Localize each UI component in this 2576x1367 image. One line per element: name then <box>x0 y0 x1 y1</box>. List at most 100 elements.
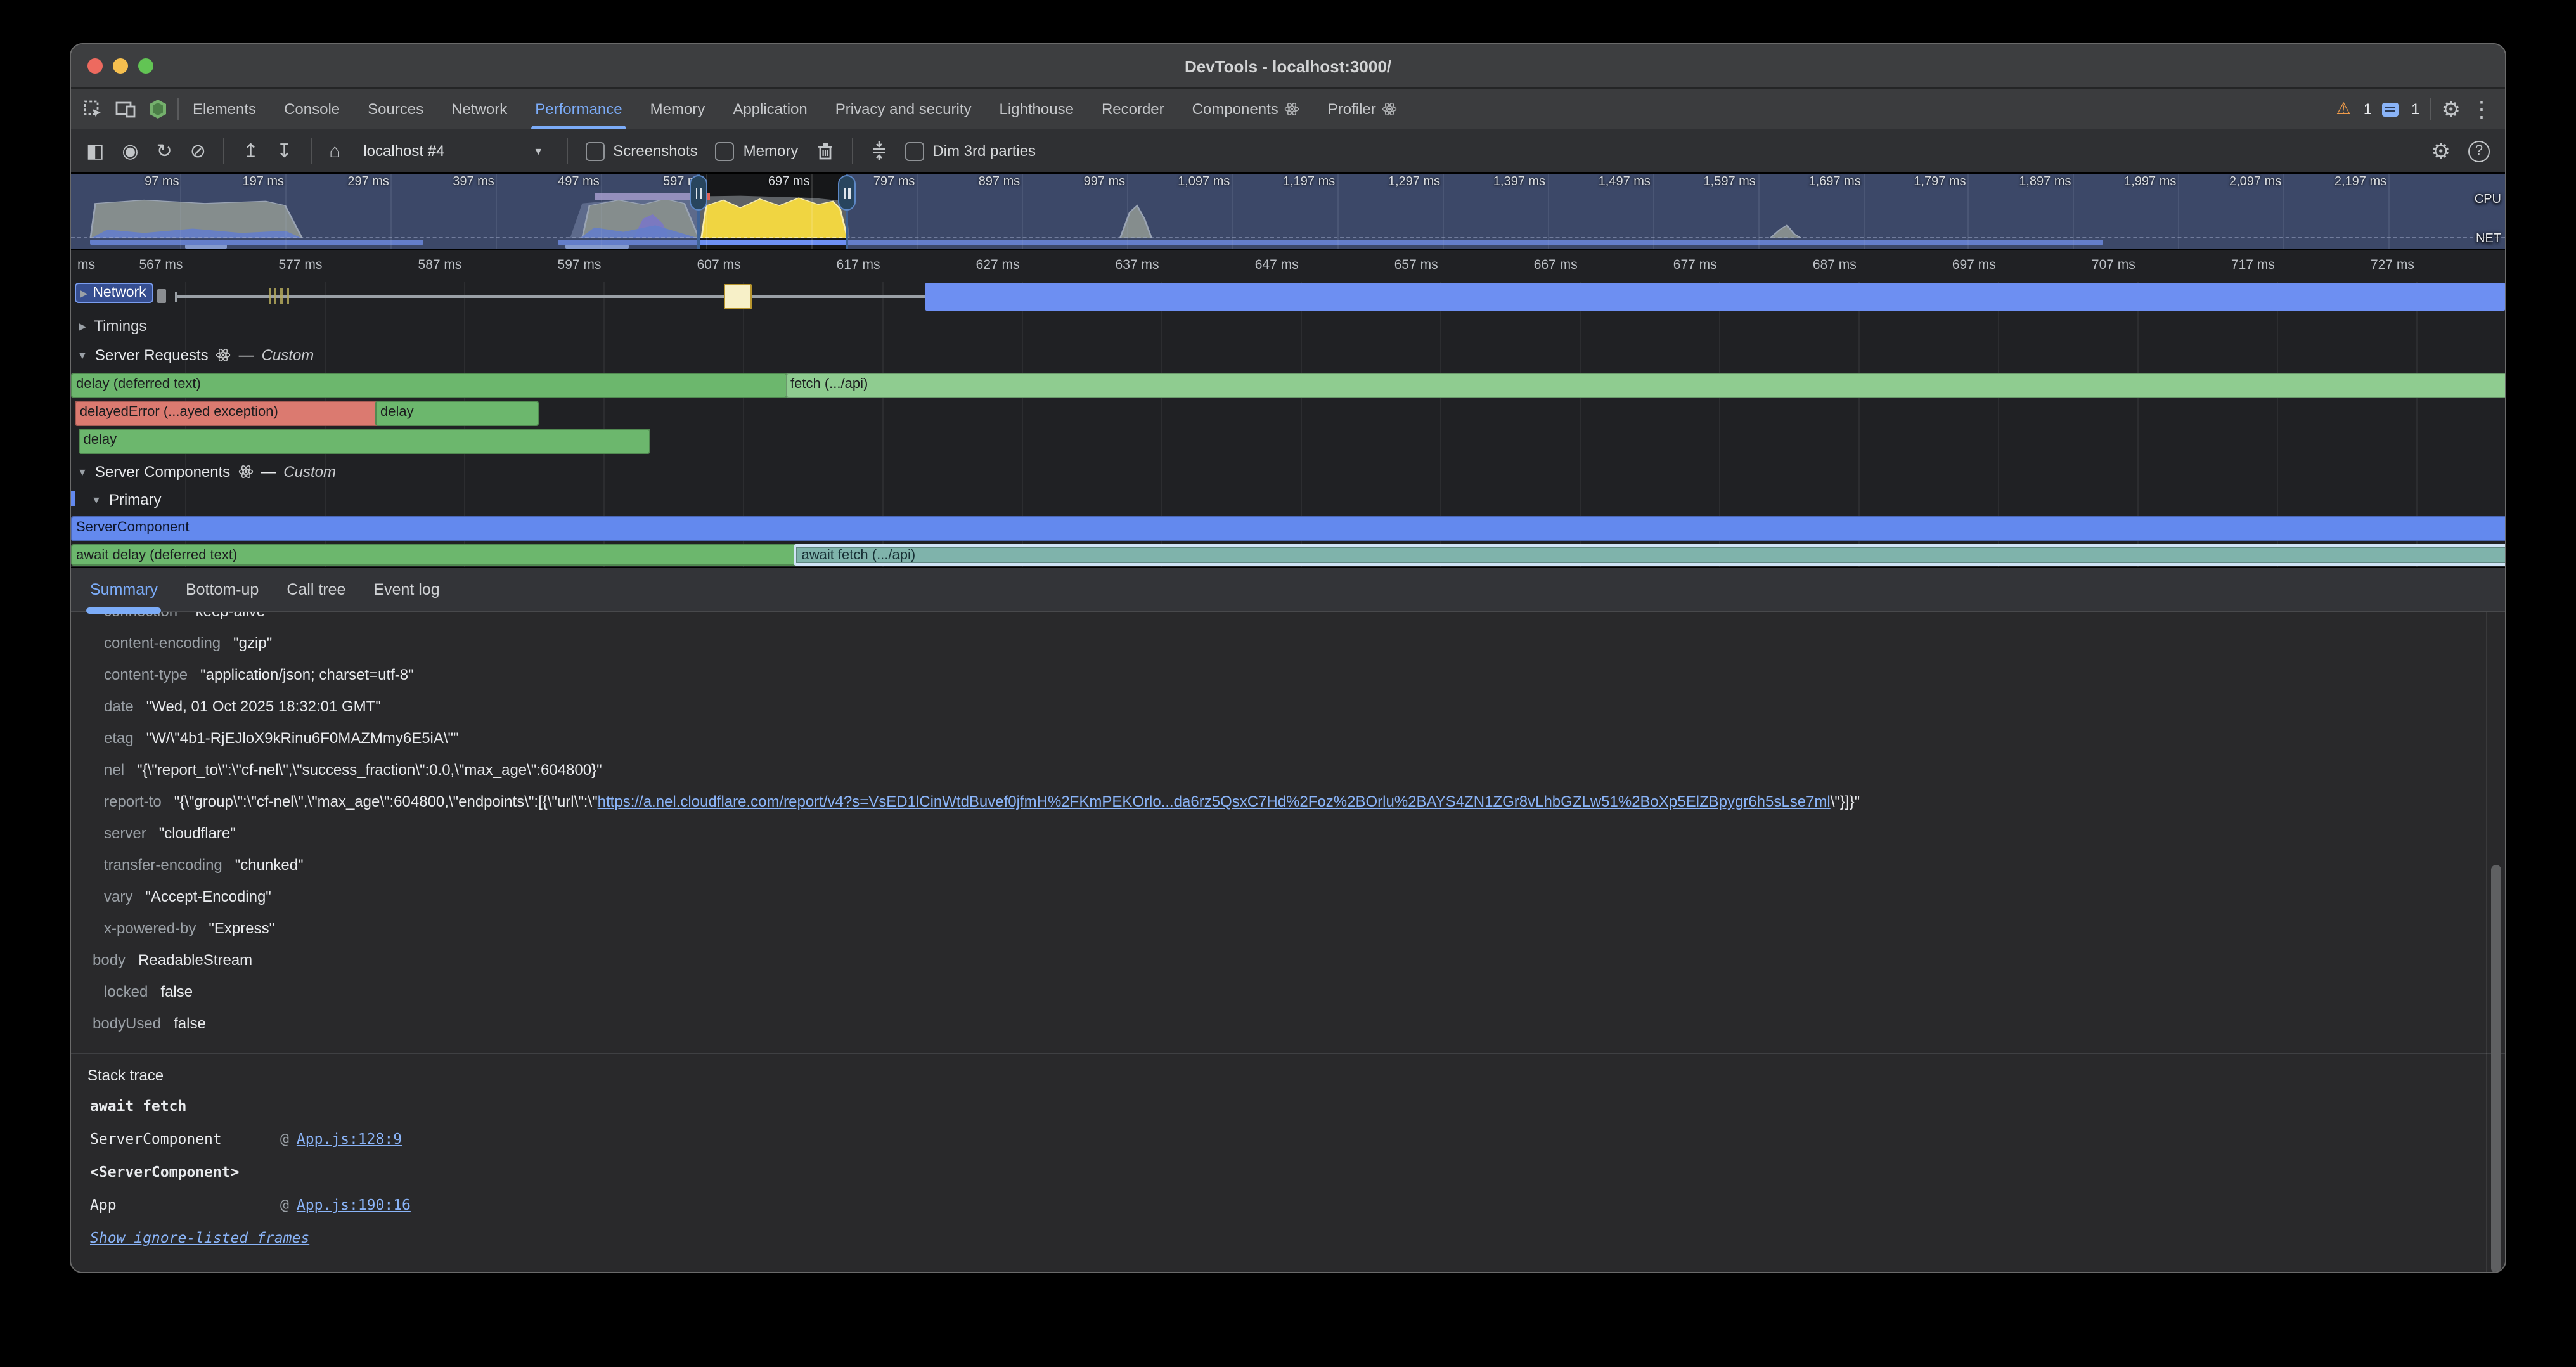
collapse-arrow-icon[interactable]: ▼ <box>77 466 87 477</box>
primary-subtrack-header[interactable]: ▼ Primary <box>71 488 2505 515</box>
ruler-tick-label: 707 ms <box>2092 257 2135 273</box>
ruler-tick-label: 607 ms <box>697 257 741 273</box>
selection-left-handle[interactable] <box>690 175 708 211</box>
tab-elements[interactable]: Elements <box>179 89 270 129</box>
capture-settings-gear-icon[interactable]: ⚙ <box>2431 140 2451 162</box>
overview-tick-label: 997 ms <box>1084 175 1126 189</box>
react-atom-icon <box>1382 101 1398 117</box>
garbage-collect-icon[interactable] <box>816 141 834 160</box>
header-key: content-type <box>104 666 188 684</box>
zoom-window-button[interactable] <box>138 58 153 74</box>
checkbox-box <box>905 141 924 160</box>
overview-tick-label: 497 ms <box>558 175 600 189</box>
timeline-event-delay[interactable]: delay <box>375 401 539 426</box>
network-track-label[interactable]: ▶ Network <box>75 283 154 303</box>
timeline-event-fetch-api[interactable]: fetch (.../api) <box>785 373 2505 398</box>
dash: — <box>261 463 276 481</box>
frame-name: App <box>90 1196 280 1214</box>
clear-icon[interactable]: ⊘ <box>190 141 206 160</box>
header-value: ReadableStream <box>138 951 252 969</box>
target-select[interactable]: localhost #4 ▼ <box>358 139 548 162</box>
devtools-tabbar: ElementsConsoleSources Network Performance… <box>71 89 2505 129</box>
timeline-event-await-fetch-api[interactable]: await fetch (.../api) <box>794 544 2505 566</box>
kebab-menu-icon[interactable]: ⋮ <box>2471 98 2492 120</box>
load-profile-icon[interactable]: ↥ <box>243 141 259 160</box>
memory-checkbox[interactable]: Memory <box>716 141 799 160</box>
tab-label: Summary <box>90 581 158 599</box>
header-row-x-powered-by: x-powered-by"Express" <box>71 913 2505 945</box>
toolbar-separator <box>851 138 853 164</box>
save-profile-icon[interactable]: ↧ <box>276 141 292 160</box>
tab-application[interactable]: Application <box>719 89 821 129</box>
server-requests-title: Server Requests <box>95 346 209 364</box>
report-to-url-link[interactable]: https://a.nel.cloudflare.com/report/v4?s… <box>598 793 1831 810</box>
tab-label: Network <box>451 100 507 118</box>
home-icon[interactable]: ⌂ <box>329 141 340 160</box>
cpu-lane-label: CPU <box>2475 193 2501 207</box>
close-window-button[interactable] <box>87 58 103 74</box>
inspect-element-icon[interactable] <box>84 100 103 119</box>
tab-profiler[interactable]: Profiler <box>1314 89 1412 129</box>
stack-trace-title: Stack trace <box>71 1054 2505 1089</box>
timeline-event-delayederror-ayed-exception[interactable]: delayedError (...ayed exception) <box>75 401 382 426</box>
timeline-ruler[interactable]: ms 567 ms577 ms587 ms597 ms607 ms617 ms6… <box>71 249 2505 282</box>
detail-tab-event-log[interactable]: Event log <box>359 568 453 611</box>
show-ignore-listed-frames-link[interactable]: Show ignore-listed frames <box>90 1229 309 1247</box>
timeline-event-delay[interactable]: delay <box>79 429 651 454</box>
tab-components[interactable]: Components <box>1178 89 1314 129</box>
overview-tick-label: 2,097 ms <box>2229 175 2281 189</box>
overview-tick-label: 1,097 ms <box>1178 175 1230 189</box>
detail-tab-call-tree[interactable]: Call tree <box>273 568 359 611</box>
network-request-event[interactable] <box>723 284 751 309</box>
dim-3rd-parties-checkbox[interactable]: Dim 3rd parties <box>905 141 1036 160</box>
selection-right-handle[interactable] <box>839 175 856 211</box>
timeline-event-servercomponent[interactable]: ServerComponent <box>71 516 2505 541</box>
network-request-bar[interactable] <box>925 283 2505 311</box>
settings-gear-icon[interactable]: ⚙ <box>2442 98 2461 120</box>
collapse-tracks-icon[interactable] <box>870 141 887 161</box>
device-toolbar-icon[interactable] <box>115 100 136 118</box>
tab-recorder[interactable]: Recorder <box>1088 89 1178 129</box>
server-components-header[interactable]: ▼ Server Components — Custom <box>71 459 2505 488</box>
track-drag-handle[interactable] <box>157 289 166 303</box>
issues-icon[interactable] <box>2382 102 2399 116</box>
tab-label: Components <box>1192 100 1278 118</box>
tab-privacy-and-security[interactable]: Privacy and security <box>821 89 986 129</box>
stack-frame: App@App.js:190:16 <box>90 1188 2505 1221</box>
source-location-link[interactable]: App.js:190:16 <box>297 1196 411 1214</box>
timeline-overview[interactable]: 97 ms197 ms297 ms397 ms497 ms597 ms697 m… <box>71 174 2505 249</box>
tab-lighthouse[interactable]: Lighthouse <box>986 89 1088 129</box>
network-track[interactable]: ▶ Network <box>71 282 2505 312</box>
timings-track[interactable]: ▶ Timings <box>71 312 2505 342</box>
timeline-event-delay-deferred-text[interactable]: delay (deferred text) <box>71 373 787 398</box>
tab-memory[interactable]: Memory <box>636 89 719 129</box>
reload-and-record-icon[interactable]: ↻ <box>157 141 172 160</box>
record-icon[interactable]: ◉ <box>122 141 138 160</box>
header-row-report-to: report-to"{\"group\":\"cf-nel\",\"max_ag… <box>71 786 2505 818</box>
help-icon[interactable]: ? <box>2468 140 2490 162</box>
memory-label: Memory <box>744 142 799 160</box>
tab-label: Privacy and security <box>835 100 972 118</box>
screenshots-checkbox[interactable]: Screenshots <box>585 141 697 160</box>
tab-network[interactable]: Network <box>437 89 521 129</box>
tab-label: Profiler <box>1328 100 1376 118</box>
scrollbar-thumb[interactable] <box>2491 865 2501 1272</box>
detail-tab-bottom-up[interactable]: Bottom-up <box>172 568 273 611</box>
overview-tick-label: 1,597 ms <box>1704 175 1756 189</box>
timeline-event-await-delay-deferred-text[interactable]: await delay (deferred text) <box>71 544 799 566</box>
ruler-tick-label: 567 ms <box>139 257 183 273</box>
collapse-arrow-icon[interactable]: ▼ <box>91 494 101 505</box>
detail-tab-summary[interactable]: Summary <box>76 568 172 611</box>
server-requests-header[interactable]: ▼ Server Requests — Custom <box>71 342 2505 372</box>
source-location-link[interactable]: App.js:128:9 <box>297 1130 402 1148</box>
header-value: "Accept-Encoding" <box>145 888 271 905</box>
tab-sources[interactable]: Sources <box>354 89 437 129</box>
toggle-sidebar-icon[interactable]: ◧ <box>86 141 104 160</box>
expand-arrow-icon[interactable]: ▶ <box>79 320 86 332</box>
expand-arrow-icon[interactable]: ▶ <box>80 287 87 299</box>
tab-console[interactable]: Console <box>270 89 354 129</box>
collapse-arrow-icon[interactable]: ▼ <box>77 349 87 361</box>
warnings-icon[interactable]: ⚠ <box>2336 99 2350 119</box>
minimize-window-button[interactable] <box>113 58 128 74</box>
tab-performance[interactable]: Performance <box>521 89 636 129</box>
